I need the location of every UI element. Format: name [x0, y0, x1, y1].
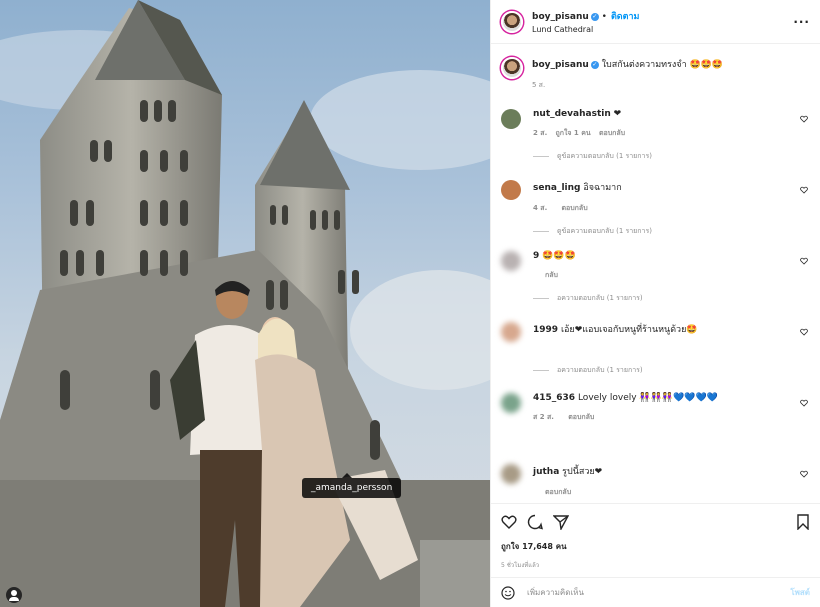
avatar[interactable]	[501, 109, 521, 129]
comment-username[interactable]: 1999	[533, 325, 558, 335]
post-sidebar: boy_pisanu ✓ • ติดตาม Lund Cathedral ··· b…	[490, 0, 820, 607]
verified-icon: ✓	[590, 60, 599, 69]
comment-heart-icon[interactable]	[800, 328, 808, 336]
post-photo[interactable]: _amanda_persson	[0, 0, 490, 607]
comment-username[interactable]: sena_ling	[533, 183, 580, 193]
comment-icon[interactable]	[527, 514, 543, 530]
comment-row: 415_636 Lovely lovely 👭👭👭💙💙💙💙 ส 2 ส. ตอบ…	[501, 386, 810, 457]
avatar[interactable]	[501, 10, 523, 33]
reply-button[interactable]: กลับ	[545, 271, 558, 279]
comment-heart-icon[interactable]	[800, 257, 808, 265]
tagged-users-icon[interactable]	[6, 587, 22, 603]
reply-button[interactable]: ตอบกลับ	[568, 413, 594, 421]
avatar[interactable]	[501, 322, 521, 342]
post-header: boy_pisanu ✓ • ติดตาม Lund Cathedral ···	[491, 0, 820, 44]
comment-heart-icon[interactable]	[800, 115, 808, 123]
post-time: 5 ชั่วโมงที่แล้ว	[501, 562, 540, 569]
bookmark-icon[interactable]	[796, 514, 810, 530]
reply-button[interactable]: ตอบกลับ	[545, 488, 571, 496]
avatar[interactable]	[501, 464, 521, 484]
comment-text: อิจฉามาก	[583, 183, 622, 193]
comment-username[interactable]: 415_636	[533, 393, 575, 403]
comment-row: sena_ling อิจฉามาก 4 ส. ตอบกลับ ดูข้อควา…	[501, 173, 810, 244]
add-comment-bar: เพิ่มความคิดเห็น โพสต์	[491, 577, 820, 607]
comment-heart-icon[interactable]	[800, 470, 808, 478]
avatar[interactable]	[501, 251, 521, 271]
more-options-icon[interactable]: ···	[793, 15, 810, 29]
comment-likes[interactable]: ถูกใจ 1 คน	[555, 129, 590, 137]
verified-icon: ✓	[590, 12, 599, 21]
reply-button[interactable]: ตอบกลับ	[561, 204, 587, 212]
caption-time: 5 ส.	[532, 81, 546, 89]
comment-time: 4 ส.	[533, 204, 548, 212]
comment-username[interactable]: nut_devahastin	[533, 109, 611, 119]
comment-row: 1999 เอ้ย❤แอบเจอกับหนูที่ร้านหนูด้วย🤩 อค…	[501, 315, 810, 386]
comment-text: ❤	[613, 109, 622, 119]
post-button[interactable]: โพสต์	[790, 586, 810, 599]
view-replies[interactable]: อความตอบกลับ (1 รายการ)	[533, 293, 810, 304]
comments-list[interactable]: boy_pisanu ✓ ใบสกันต่งความทรงจำ 🤩🤩🤩 5 ส. …	[491, 44, 820, 503]
view-replies[interactable]: ดูข้อความตอบกลับ (1 รายการ)	[533, 226, 810, 237]
avatar[interactable]	[501, 57, 523, 79]
follow-button[interactable]: ติดตาม	[611, 12, 640, 22]
reply-button[interactable]: ตอบกลับ	[599, 129, 625, 137]
comment-time: ส 2 ส.	[533, 413, 554, 421]
dot-separator: •	[601, 12, 607, 22]
view-replies[interactable]: อความตอบกลับ (1 รายการ)	[533, 365, 810, 376]
comment-row: 9 🤩🤩🤩 กลับ อความตอบกลับ (1 รายการ)	[501, 244, 810, 315]
heart-icon[interactable]	[501, 515, 517, 529]
share-icon[interactable]	[553, 514, 569, 530]
cathedral-photo	[0, 0, 490, 607]
avatar[interactable]	[501, 180, 521, 200]
likes-count[interactable]: ถูกใจ 17,648 คน	[501, 540, 810, 553]
comment-text: เอ้ย❤แอบเจอกับหนูที่ร้านหนูด้วย🤩	[560, 325, 698, 335]
comment-input[interactable]: เพิ่มความคิดเห็น	[527, 586, 584, 599]
header-username[interactable]: boy_pisanu	[532, 12, 589, 22]
comment-time: 2 ส.	[533, 129, 548, 137]
comment-text: 🤩🤩🤩	[542, 251, 576, 261]
comment-heart-icon[interactable]	[800, 186, 808, 194]
comment-heart-icon[interactable]	[800, 399, 808, 407]
photo-tag[interactable]: _amanda_persson	[302, 473, 402, 498]
view-replies[interactable]: ดูข้อความตอบกลับ (1 รายการ)	[533, 151, 810, 162]
emoji-icon[interactable]	[501, 585, 515, 600]
comment-username[interactable]: jutha	[533, 467, 559, 477]
location-link[interactable]: Lund Cathedral	[532, 25, 639, 34]
comment-text: รูปนี้สวย❤	[562, 467, 603, 477]
comment-row: jutha รูปนี้สวย❤ ตอบกลับ	[501, 457, 810, 503]
caption-username[interactable]: boy_pisanu	[532, 60, 589, 70]
comment-text: Lovely lovely 👭👭👭💙💙💙💙	[577, 393, 718, 403]
comment-row: nut_devahastin ❤ 2 ส. ถูกใจ 1 คน ตอบกลับ…	[501, 102, 810, 173]
comment-username[interactable]: 9	[533, 251, 539, 261]
avatar[interactable]	[501, 393, 521, 413]
caption-text: ใบสกันต่งความทรงจำ 🤩🤩🤩	[601, 60, 724, 70]
caption: boy_pisanu ✓ ใบสกันต่งความทรงจำ 🤩🤩🤩 5 ส.	[501, 44, 810, 102]
